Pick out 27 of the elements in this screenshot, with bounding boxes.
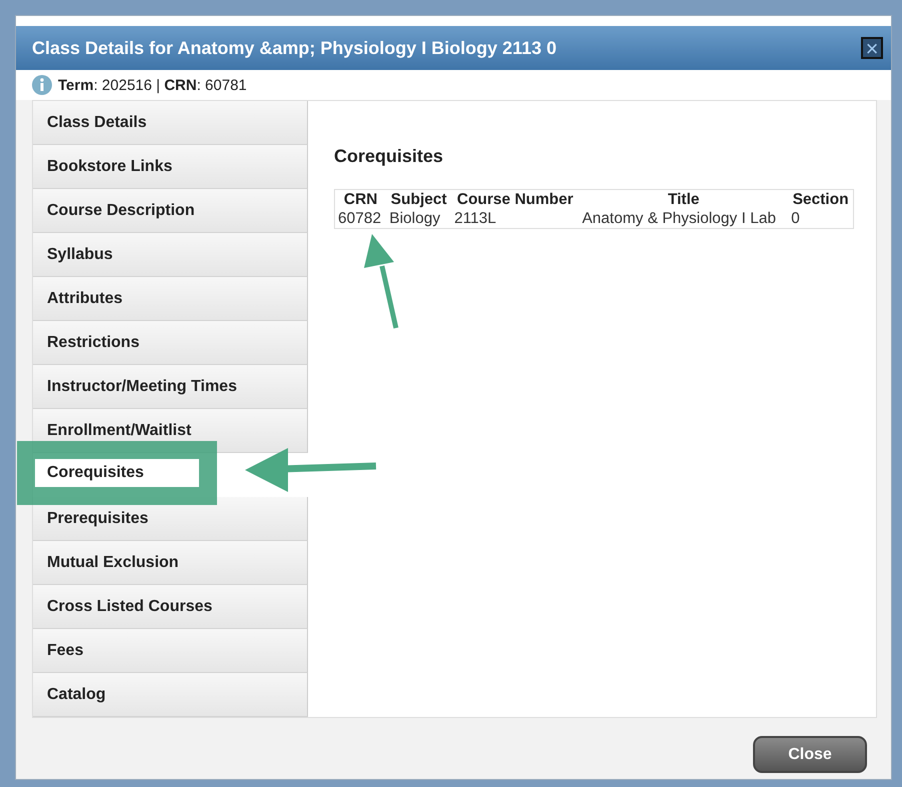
sidebar-item[interactable]: Mutual Exclusion	[33, 541, 308, 585]
window-title: Class Details for Anatomy &amp; Physiology I Biology 2113 0	[32, 38, 556, 58]
sidebar-item[interactable]: Catalog	[33, 673, 308, 717]
sidebar-item[interactable]: Bookstore Links	[33, 145, 308, 189]
table-cell: 2113L	[451, 210, 580, 228]
sidebar-item[interactable]: Restrictions	[33, 321, 308, 365]
table-cell: Anatomy & Physiology I Lab	[579, 210, 788, 228]
table-cell: 0	[788, 210, 854, 228]
sidebar-item[interactable]: Cross Listed Courses	[33, 585, 308, 629]
term-info: Term: 202516 | CRN: 60781	[58, 76, 247, 94]
column-header: CRN	[334, 190, 386, 210]
close-icon[interactable]: ×	[861, 37, 883, 59]
column-header: Subject	[386, 190, 452, 210]
column-header: Title	[579, 190, 788, 210]
column-header: Course Number	[451, 190, 580, 210]
column-header: Section	[788, 190, 854, 210]
sidebar-item[interactable]: Class Details	[33, 101, 308, 145]
sidebar-item[interactable]: Instructor/Meeting Times	[33, 365, 308, 409]
sidebar-item[interactable]: Syllabus	[33, 233, 308, 277]
sidebar-item[interactable]: Course Description	[33, 189, 308, 233]
section-heading: Corequisites	[334, 145, 444, 167]
sidebar-item[interactable]: Fees	[33, 629, 308, 673]
table-cell: Biology	[386, 210, 452, 228]
sidebar-item[interactable]: Attributes	[33, 277, 308, 321]
close-button[interactable]: Close	[753, 736, 867, 773]
info-icon	[32, 75, 52, 95]
table-cell: 60782	[334, 210, 386, 228]
